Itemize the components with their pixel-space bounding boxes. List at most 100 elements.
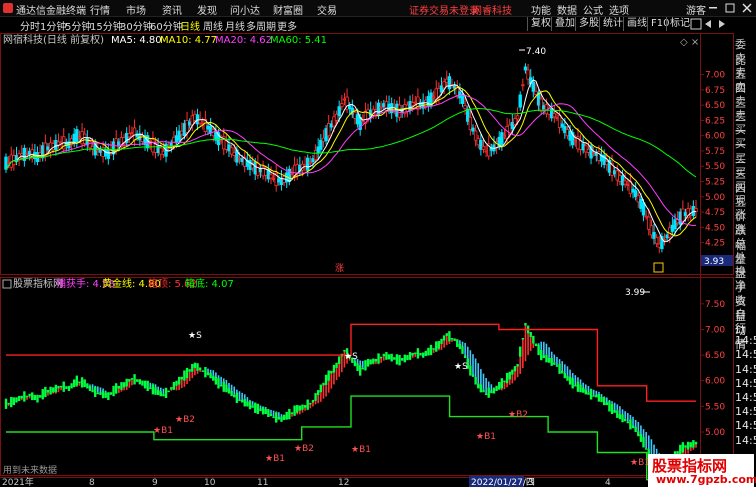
ind-candle: [440, 338, 443, 344]
menu-xuanxiang[interactable]: 选项: [609, 2, 629, 17]
tab-monthly[interactable]: 月线: [225, 18, 245, 33]
menu-caifuquan[interactable]: 财富圈: [273, 2, 303, 17]
btn-huaxian[interactable]: 画线: [623, 17, 650, 31]
ind-candle: [390, 353, 393, 362]
ind-candle: [372, 358, 375, 364]
ind-candle: [587, 392, 590, 395]
candle-body: [264, 168, 268, 176]
box-line: [6, 395, 696, 481]
candle-body: [332, 116, 336, 127]
menu-jiaoyi[interactable]: 交易: [317, 2, 337, 17]
tab-more[interactable]: 更多: [277, 18, 297, 33]
menu-gongneng[interactable]: 功能: [531, 2, 551, 17]
ind-candle: [214, 376, 218, 385]
ind-candle: [285, 411, 288, 420]
maximize-icon: [725, 3, 735, 13]
tab-5min[interactable]: 5分钟: [65, 18, 91, 33]
ma-line: [5, 79, 697, 243]
box-line: [6, 323, 696, 402]
x-label-1: 8: [89, 478, 95, 487]
candle-body: [379, 106, 383, 109]
arrow-left-icon[interactable]: [705, 20, 711, 28]
ind-candle: [448, 331, 451, 342]
candle-body: [96, 149, 100, 152]
ind-candle: [482, 389, 485, 393]
ind-candle: [450, 337, 454, 340]
btn-tongji[interactable]: 统计: [599, 17, 626, 31]
menu-shichang[interactable]: 市场: [126, 2, 146, 17]
candle-body: [397, 104, 402, 118]
ind-candle: [149, 387, 152, 390]
arrow-right-icon[interactable]: [719, 20, 725, 28]
candle-body: [476, 138, 480, 146]
tab-multi-period[interactable]: 多周期: [246, 18, 276, 33]
btn-diejia[interactable]: 叠加: [551, 17, 578, 31]
candle-body: [408, 101, 412, 112]
brand-label: 网睿科技: [472, 6, 512, 17]
menu-shuju[interactable]: 数据: [557, 2, 577, 17]
ind-candle: [298, 405, 302, 411]
candle-body: [452, 84, 457, 89]
candle-body: [253, 161, 257, 175]
tab-fenshi[interactable]: 分时: [20, 18, 40, 33]
ind-candle: [395, 354, 399, 365]
indicator-box-lines: [6, 323, 696, 481]
ind-candle: [83, 379, 86, 388]
ind-candle: [330, 370, 333, 374]
ind-ytick-label: 5.00: [705, 428, 725, 438]
candle-body: [83, 133, 87, 144]
btn-fuquan[interactable]: 复权: [527, 17, 554, 31]
candle-body: [636, 195, 640, 203]
tab-60min[interactable]: 60分钟: [150, 18, 183, 33]
ind-candle: [616, 410, 619, 418]
ind-candle: [503, 380, 506, 383]
chart-area[interactable]: 网宿科技(日线 前复权) MA5: 4.80 MA10: 4.77 MA20: …: [0, 33, 734, 487]
ind-candle: [419, 352, 422, 356]
main-panel-opt-icon[interactable]: ◇ ×: [680, 37, 699, 48]
candle-body: [644, 215, 648, 218]
tab-1min[interactable]: 1分钟: [40, 18, 66, 33]
ind-candle: [618, 414, 622, 420]
candle-body: [140, 135, 145, 142]
ind-candle: [445, 333, 448, 336]
ind-candle: [256, 403, 260, 415]
ind-candle: [31, 392, 34, 401]
candle-body: [127, 133, 132, 138]
ind-candle: [540, 349, 543, 361]
x-label-4: 11: [257, 478, 268, 487]
ind-candle: [240, 399, 244, 403]
ind-candle: [164, 387, 168, 398]
tab-daily[interactable]: 日线: [180, 18, 200, 33]
ind-candle: [555, 365, 559, 367]
signal-sell-2: ★S: [454, 362, 468, 372]
btn-duogu[interactable]: 多股: [575, 17, 602, 31]
candle-body: [534, 90, 538, 95]
tab-30min[interactable]: 30分钟: [120, 18, 153, 33]
ind-candle: [335, 362, 338, 368]
tab-15min[interactable]: 15分钟: [90, 18, 123, 33]
tab-weekly[interactable]: 周线: [203, 18, 223, 33]
layout-icon[interactable]: [690, 18, 702, 30]
quote-panel-label: 14:5: [735, 433, 756, 447]
menu-wenxiaoda[interactable]: 问小达: [230, 2, 260, 17]
menu-faxian[interactable]: 发现: [197, 2, 217, 17]
main-ytick-label: 6.25: [705, 116, 725, 126]
ind-candle: [204, 367, 207, 378]
login-alert[interactable]: 证券交易未登录: [409, 2, 479, 17]
ind-candle: [689, 442, 692, 448]
btn-biaoji[interactable]: 标记: [666, 17, 693, 31]
menu-youke[interactable]: 游客: [686, 2, 706, 17]
candle-body: [106, 149, 111, 159]
candle-body: [198, 119, 202, 124]
ind-candle: [550, 358, 553, 366]
ind-candle: [162, 393, 165, 397]
candle-body: [605, 161, 609, 166]
indicator-settings-icon[interactable]: [2, 279, 12, 289]
menu-zixun[interactable]: 资讯: [162, 2, 182, 17]
ind-candle: [104, 392, 107, 398]
menu-hangqing[interactable]: 行情: [90, 2, 110, 17]
candle-body: [539, 98, 543, 112]
ma20-label: MA20: 4.62: [215, 35, 272, 46]
x-label-7: 3: [528, 478, 534, 487]
menu-gongshi[interactable]: 公式: [583, 2, 603, 17]
